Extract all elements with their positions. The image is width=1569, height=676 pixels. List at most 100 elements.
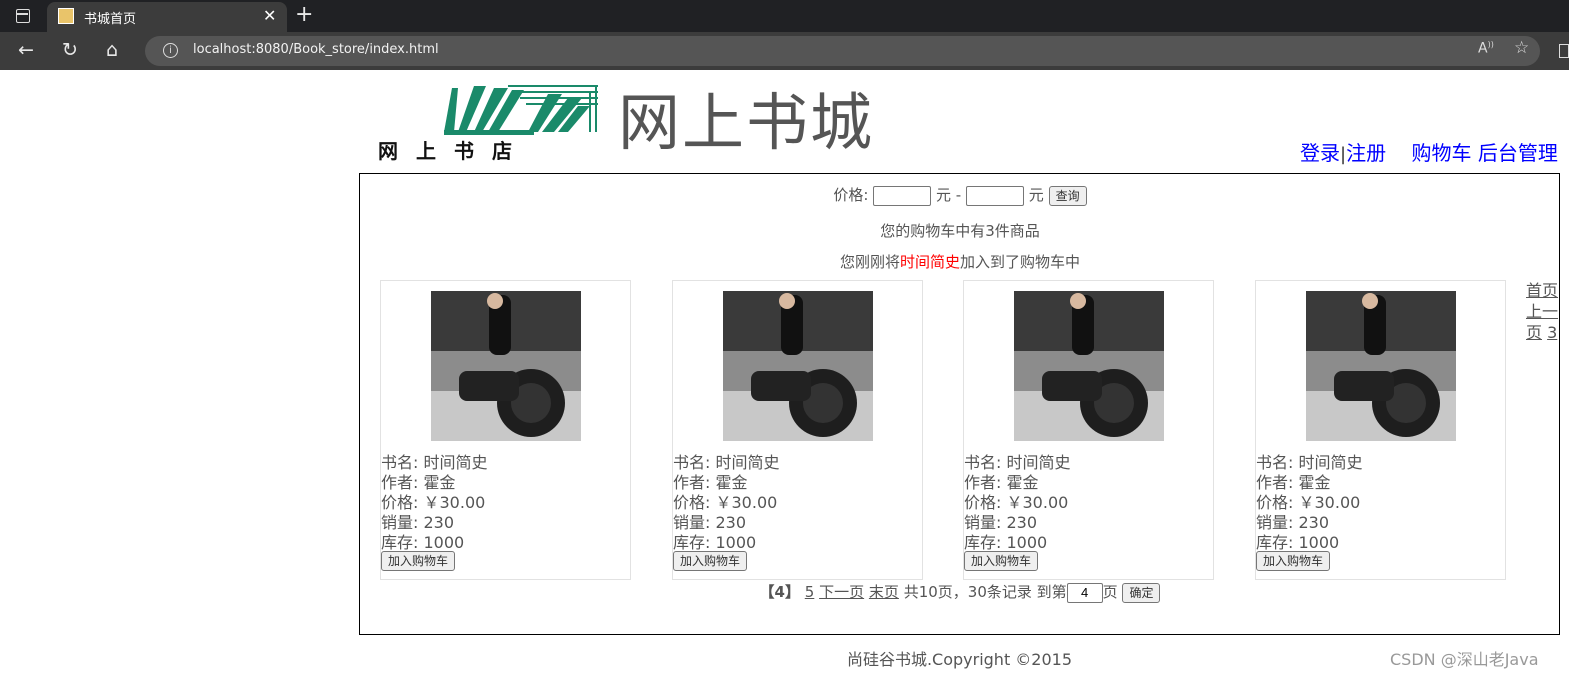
book-sales: 230 [715,513,747,532]
book-price-label: 价格: [673,493,711,512]
pagination: 【4】 5 下一页 末页 共10页，30条记录 到第 页 确定 [360,581,1560,603]
page-summary: 共10页，30条记录 到第 [903,583,1067,601]
sidebar-toggle-icon[interactable] [1559,44,1569,58]
book-stock-label: 库存: [673,533,711,552]
book-author: 霍金 [1298,473,1331,492]
book-price: ￥30.00 [423,493,486,512]
book-stock: 1000 [1006,533,1048,552]
book-info: 书名: 时间简史 作者: 霍金 价格: ￥30.00 销量: 230 库存: 1… [1256,453,1363,553]
active-tab[interactable]: 书城首页 ✕ [47,2,287,32]
book-stock: 1000 [1298,533,1340,552]
top-nav: 登录|注册 购物车 后台管理 [1300,137,1558,166]
add-to-cart-button[interactable]: 加入购物车 [381,551,456,571]
book-stock-label: 库存: [964,533,1002,552]
book-author: 霍金 [423,473,456,492]
add-to-cart-button[interactable]: 加入购物车 [964,551,1039,571]
page-suffix: 页 [1102,583,1118,601]
url-field[interactable]: i localhost:8080/Book_store/index.html A… [145,36,1540,66]
book-cover-image [431,291,581,441]
page-3-link[interactable]: 3 [1547,323,1557,342]
book-stock: 1000 [715,533,757,552]
prev-page-link-cont[interactable]: 页 [1526,323,1542,342]
book-name-label: 书名: [1256,453,1294,472]
tab-bar: 书城首页 ✕ + [0,0,1569,32]
book-stock: 1000 [423,533,465,552]
reload-icon[interactable]: ↻ [62,39,78,61]
book-card: 书名: 时间简史 作者: 霍金 价格: ￥30.00 销量: 230 库存: 1… [380,280,631,580]
book-sales-label: 销量: [381,513,419,532]
cart-count-text: 您的购物车中有3件商品 [880,222,1040,240]
read-aloud-icon[interactable]: A)) [1478,40,1494,57]
book-author-label: 作者: [381,473,419,492]
yuan-unit-1: 元 - [936,186,962,204]
book-card: 书名: 时间简史 作者: 霍金 价格: ￥30.00 销量: 230 库存: 1… [672,280,923,580]
main-content: 价格: 元 - 元 查询 您的购物车中有3件商品 您刚刚将时间简史加入到了购物车… [359,173,1560,635]
cart-link[interactable]: 购物车 [1412,141,1472,165]
new-tab-button[interactable]: + [295,2,313,28]
book-sales-label: 销量: [964,513,1002,532]
book-author-label: 作者: [673,473,711,492]
back-arrow-icon[interactable]: ← [18,39,34,61]
book-name-label: 书名: [381,453,419,472]
last-added-text: 您刚刚将时间简史加入到了购物车中 [360,251,1560,272]
tab-title: 书城首页 [84,12,137,27]
book-info: 书名: 时间简史 作者: 霍金 价格: ￥30.00 销量: 230 库存: 1… [673,453,780,553]
tab-actions-icon[interactable] [16,9,30,23]
query-button[interactable]: 查询 [1048,185,1087,206]
min-price-input[interactable] [873,185,932,206]
book-name: 时间简史 [423,453,488,472]
site-logo[interactable]: 网上书店 [378,80,600,162]
site-favicon-icon [58,8,74,24]
book-info: 书名: 时间简史 作者: 霍金 价格: ￥30.00 销量: 230 库存: 1… [381,453,488,553]
favorites-icon[interactable]: ☆ [1514,38,1529,58]
book-name: 时间简史 [715,453,780,472]
book-name: 时间简史 [1006,453,1071,472]
book-info: 书名: 时间简史 作者: 霍金 价格: ￥30.00 销量: 230 库存: 1… [964,453,1071,553]
add-to-cart-button[interactable]: 加入购物车 [1256,551,1331,571]
book-price: ￥30.00 [715,493,778,512]
book-price-label: 价格: [381,493,419,512]
first-page-link[interactable]: 首页 [1526,281,1558,300]
register-link[interactable]: 注册 [1346,141,1386,165]
side-pager: 首页 上一 页 3 [1526,280,1560,345]
book-sales: 230 [1298,513,1330,532]
tab-close-icon[interactable]: ✕ [263,6,276,25]
address-bar: ← ↻ ⌂ i localhost:8080/Book_store/index.… [0,32,1569,70]
page-number-input[interactable] [1066,582,1103,603]
admin-link[interactable]: 后台管理 [1478,141,1558,165]
last-added-suffix: 加入到了购物车中 [960,253,1081,271]
book-price: ￥30.00 [1006,493,1069,512]
book-sales: 230 [423,513,455,532]
book-card: 书名: 时间简史 作者: 霍金 价格: ￥30.00 销量: 230 库存: 1… [1255,280,1506,580]
book-sales: 230 [1006,513,1038,532]
book-sales-label: 销量: [673,513,711,532]
book-author-label: 作者: [1256,473,1294,492]
add-to-cart-button[interactable]: 加入购物车 [673,551,748,571]
book-name: 时间简史 [1298,453,1363,472]
book-sales-label: 销量: [1256,513,1294,532]
book-cover-image [1306,291,1456,441]
home-icon[interactable]: ⌂ [106,39,118,61]
book-cover-image [723,291,873,441]
book-card: 书名: 时间简史 作者: 霍金 价格: ￥30.00 销量: 230 库存: 1… [963,280,1214,580]
book-name-label: 书名: [964,453,1002,472]
book-price: ￥30.00 [1298,493,1361,512]
prev-page-link[interactable]: 上一 [1526,302,1558,321]
url-text[interactable]: localhost:8080/Book_store/index.html [193,42,439,57]
last-page-link[interactable]: 末页 [869,583,899,601]
book-price-label: 价格: [964,493,1002,512]
site-title: 网上书城 [618,86,875,159]
book-author-label: 作者: [964,473,1002,492]
copyright: 尚硅谷书城.Copyright ©2015 [846,650,1073,669]
book-price-label: 价格: [1256,493,1294,512]
confirm-button[interactable]: 确定 [1122,582,1161,603]
next-page-link[interactable]: 下一页 [819,583,864,601]
max-price-input[interactable] [966,185,1024,206]
watermark: CSDN @深山老Java [1390,650,1539,669]
price-label: 价格: [833,186,869,204]
page-5-link[interactable]: 5 [805,583,815,601]
info-icon[interactable]: i [163,43,178,58]
login-link[interactable]: 登录 [1300,141,1340,165]
last-added-book: 时间简史 [899,253,960,271]
logo-text: 网上书店 [378,139,530,162]
